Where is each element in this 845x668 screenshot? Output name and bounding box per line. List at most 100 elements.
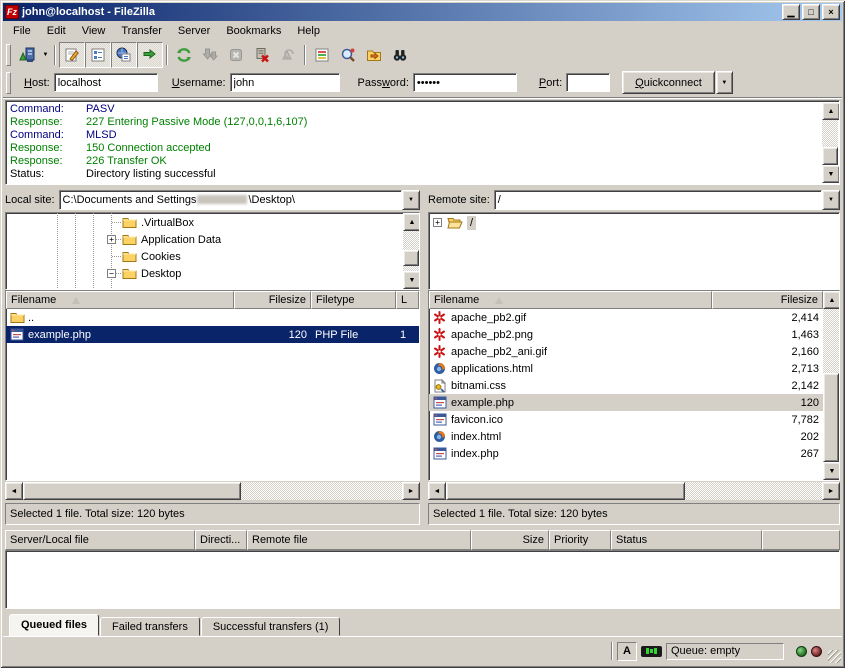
- reconnect-button[interactable]: [275, 42, 301, 68]
- menu-file[interactable]: File: [5, 22, 39, 40]
- local-site-path[interactable]: C:\Documents and Settings\Desktop\: [59, 190, 402, 210]
- log-scrollbar[interactable]: ▲ ▼: [822, 102, 838, 183]
- file-row[interactable]: index.php 267: [429, 445, 823, 462]
- column-header-filesize[interactable]: Filesize: [234, 291, 311, 309]
- scroll-up-icon[interactable]: ▲: [403, 213, 420, 231]
- toolbar-grip[interactable]: [6, 44, 11, 66]
- file-row[interactable]: bitnami.css 2,142: [429, 377, 823, 394]
- toggle-message-log-button[interactable]: [59, 42, 85, 68]
- scroll-right-icon[interactable]: ►: [822, 482, 840, 500]
- queue-column-status[interactable]: Status: [611, 530, 762, 550]
- tree-item-application-data[interactable]: + Application Data: [6, 231, 403, 248]
- tree-item-cookies[interactable]: Cookies: [6, 248, 403, 265]
- toggle-remote-tree-button[interactable]: [111, 42, 137, 68]
- column-header-filename[interactable]: Filename: [6, 291, 234, 309]
- scroll-down-icon[interactable]: ▼: [823, 462, 840, 480]
- site-manager-dropdown[interactable]: ▼: [40, 43, 51, 67]
- file-row[interactable]: apache_pb2.gif 2,414: [429, 309, 823, 326]
- local-site-dropdown[interactable]: ▼: [402, 190, 420, 210]
- toggle-transfer-queue-button[interactable]: [137, 42, 163, 68]
- column-header-filetype[interactable]: Filetype: [311, 291, 396, 309]
- queue-column-size[interactable]: Size: [471, 530, 549, 550]
- tab-queued-files[interactable]: Queued files: [9, 614, 99, 636]
- quickconnect-button[interactable]: Quickconnect: [622, 71, 715, 94]
- menu-view[interactable]: View: [74, 22, 114, 40]
- menu-help[interactable]: Help: [289, 22, 328, 40]
- file-row[interactable]: index.html 202: [429, 428, 823, 445]
- queue-column-remote-file[interactable]: Remote file: [247, 530, 471, 550]
- site-manager-button[interactable]: [14, 42, 40, 68]
- remote-site-combobox[interactable]: / ▼: [494, 190, 840, 210]
- cancel-button[interactable]: [223, 42, 249, 68]
- find-files-button[interactable]: [387, 42, 413, 68]
- queue-column-priority[interactable]: Priority: [549, 530, 611, 550]
- scroll-down-icon[interactable]: ▼: [403, 271, 420, 289]
- scrollbar-thumb[interactable]: [23, 482, 241, 500]
- tree-item-virtualbox[interactable]: .VirtualBox: [6, 214, 403, 231]
- tab-successful-transfers[interactable]: Successful transfers (1): [201, 617, 341, 636]
- maximize-button[interactable]: □: [802, 4, 820, 20]
- file-row-example-php[interactable]: example.php 120: [429, 394, 823, 411]
- refresh-button[interactable]: [171, 42, 197, 68]
- tree-item-desktop[interactable]: − Desktop: [6, 265, 403, 282]
- quickconnect-grip[interactable]: [6, 72, 11, 94]
- speed-limit-indicator-icon[interactable]: [641, 646, 662, 657]
- scroll-down-icon[interactable]: ▼: [822, 165, 840, 183]
- minimize-button[interactable]: ▁: [782, 4, 800, 20]
- scroll-up-icon[interactable]: ▲: [823, 291, 840, 309]
- queue-size-indicator[interactable]: Queue: empty: [666, 643, 784, 660]
- scroll-up-icon[interactable]: ▲: [822, 102, 840, 120]
- scrollbar-thumb[interactable]: [823, 373, 839, 462]
- title-bar[interactable]: Fz john@localhost - FileZilla ▁ □ ×: [3, 3, 842, 21]
- resize-grip[interactable]: [828, 650, 841, 663]
- disconnect-button[interactable]: [249, 42, 275, 68]
- scrollbar-thumb[interactable]: [403, 250, 419, 266]
- file-row[interactable]: apache_pb2.png 1,463: [429, 326, 823, 343]
- remote-list-scrollbar[interactable]: ▲ ▼: [823, 291, 839, 480]
- password-input[interactable]: [413, 73, 517, 92]
- synchronized-browsing-button[interactable]: [361, 42, 387, 68]
- column-header-last-modified[interactable]: L: [396, 291, 419, 309]
- file-row[interactable]: favicon.ico 7,782: [429, 411, 823, 428]
- username-input[interactable]: [230, 73, 340, 92]
- scroll-right-icon[interactable]: ►: [402, 482, 420, 500]
- filter-button[interactable]: [309, 42, 335, 68]
- process-queue-button[interactable]: [197, 42, 223, 68]
- tab-failed-transfers[interactable]: Failed transfers: [100, 617, 200, 636]
- close-button[interactable]: ×: [822, 4, 840, 20]
- column-header-filesize[interactable]: Filesize: [712, 291, 823, 309]
- menu-bookmarks[interactable]: Bookmarks: [218, 22, 289, 40]
- app-icon[interactable]: Fz: [5, 5, 19, 19]
- queue-column-server-local-file[interactable]: Server/Local file: [5, 530, 195, 550]
- scrollbar-thumb[interactable]: [446, 482, 685, 500]
- scrollbar-thumb[interactable]: [822, 147, 838, 165]
- quickconnect-dropdown[interactable]: ▼: [716, 71, 733, 94]
- local-site-combobox[interactable]: C:\Documents and Settings\Desktop\ ▼: [59, 190, 420, 210]
- remote-horizontal-scrollbar[interactable]: ◄ ►: [428, 482, 840, 500]
- column-header-filename[interactable]: Filename: [429, 291, 712, 309]
- port-input[interactable]: [566, 73, 610, 92]
- local-tree-scrollbar[interactable]: ▲ ▼: [403, 213, 419, 289]
- queue-column-direction[interactable]: Directi...: [195, 530, 247, 550]
- menu-edit[interactable]: Edit: [39, 22, 74, 40]
- file-row-parent-dir[interactable]: ..: [6, 309, 419, 326]
- menu-transfer[interactable]: Transfer: [113, 22, 170, 40]
- local-horizontal-scrollbar[interactable]: ◄ ►: [5, 482, 420, 500]
- menu-server[interactable]: Server: [170, 22, 218, 40]
- expand-icon[interactable]: +: [433, 218, 442, 227]
- remote-site-dropdown[interactable]: ▼: [822, 190, 840, 210]
- directory-comparison-button[interactable]: [335, 42, 361, 68]
- tree-item-root[interactable]: + /: [429, 214, 839, 231]
- queue-list[interactable]: [5, 550, 840, 609]
- file-row[interactable]: apache_pb2_ani.gif 2,160: [429, 343, 823, 360]
- host-input[interactable]: [54, 73, 158, 92]
- file-row[interactable]: applications.html 2,713: [429, 360, 823, 377]
- toggle-local-tree-button[interactable]: [85, 42, 111, 68]
- scroll-left-icon[interactable]: ◄: [428, 482, 446, 500]
- remote-site-path[interactable]: /: [494, 190, 822, 210]
- ascii-data-type-icon[interactable]: A: [617, 642, 637, 661]
- expand-icon[interactable]: +: [107, 235, 116, 244]
- scroll-left-icon[interactable]: ◄: [5, 482, 23, 500]
- file-row-example-php[interactable]: example.php 120 PHP File 1: [6, 326, 419, 343]
- collapse-icon[interactable]: −: [107, 269, 116, 278]
